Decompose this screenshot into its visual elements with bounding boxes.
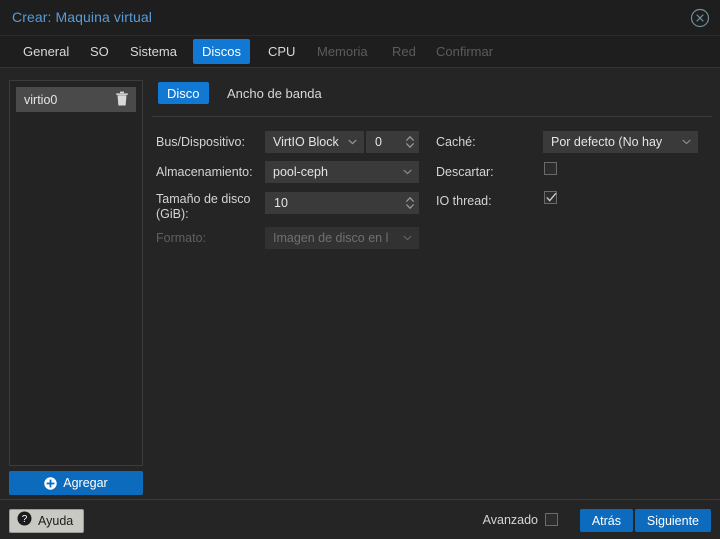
io-thread-checkbox[interactable] (544, 191, 557, 204)
disk-list-panel: virtio0 (9, 80, 143, 466)
help-label: Ayuda (38, 514, 74, 528)
dialog-titlebar: Crear: Maquina virtual (0, 0, 720, 36)
question-mark-icon: ? (17, 511, 32, 531)
disk-size-label-line1: Tamaño de disco (156, 192, 251, 206)
advanced-label: Avanzado (482, 513, 538, 527)
storage-label: Almacenamiento: (156, 165, 253, 179)
checkmark-icon (546, 192, 557, 202)
tab-cpu[interactable]: CPU (259, 39, 304, 64)
tab-discos[interactable]: Discos (193, 39, 251, 64)
svg-text:?: ? (22, 514, 28, 525)
dialog-footer: ? Ayuda Avanzado Atrás Siguiente (0, 499, 720, 539)
bus-device-number-value: 0 (375, 135, 382, 149)
add-disk-label: Agregar (63, 476, 108, 490)
tab-ancho-de-banda[interactable]: Ancho de banda (218, 82, 331, 104)
disk-inner-tabbar: Disco Ancho de banda (152, 80, 712, 117)
tab-disco[interactable]: Disco (158, 82, 209, 104)
discard-checkbox[interactable] (544, 162, 557, 175)
io-thread-label: IO thread: (436, 194, 492, 208)
back-button[interactable]: Atrás (579, 509, 633, 532)
stepper-arrows-icon (401, 196, 419, 210)
chevron-down-icon (678, 139, 694, 145)
close-icon[interactable] (689, 7, 711, 29)
disk-size-label-line2: (GiB): (156, 207, 189, 221)
add-disk-button[interactable]: Agregar (9, 471, 143, 495)
dialog-body: virtio0 Agregar Disco Ancho de banda Bus… (0, 68, 720, 499)
bus-device-select[interactable]: VirtIO Block (265, 131, 364, 153)
storage-select[interactable]: pool-ceph (265, 161, 419, 183)
disk-settings-panel: Disco Ancho de banda Bus/Dispositivo: Vi… (152, 80, 712, 480)
plus-circle-icon (44, 476, 57, 490)
discard-label: Descartar: (436, 165, 494, 179)
disk-item-label: virtio0 (24, 92, 58, 107)
tab-so[interactable]: SO (81, 39, 118, 64)
next-button[interactable]: Siguiente (634, 509, 711, 532)
trash-icon[interactable] (115, 91, 129, 107)
tab-sistema[interactable]: Sistema (121, 39, 186, 64)
format-select-value: Imagen de disco en l (273, 231, 389, 245)
cache-label: Caché: (436, 135, 476, 149)
bus-device-label: Bus/Dispositivo: (156, 135, 245, 149)
stepper-arrows-icon (401, 135, 419, 149)
tab-memoria: Memoria (317, 44, 368, 59)
disk-size-value: 10 (274, 196, 288, 210)
bus-device-select-value: VirtIO Block (273, 135, 339, 149)
back-label: Atrás (591, 513, 621, 528)
cache-select[interactable]: Por defecto (No hay (543, 131, 698, 153)
tab-confirmar: Confirmar (436, 44, 494, 59)
bus-device-number-stepper[interactable]: 0 (366, 131, 419, 153)
create-vm-dialog: Crear: Maquina virtual General SO Sistem… (0, 0, 720, 539)
format-select: Imagen de disco en l (265, 227, 419, 249)
chevron-down-icon (344, 139, 360, 145)
list-item[interactable]: virtio0 (16, 87, 136, 112)
storage-select-value: pool-ceph (273, 165, 328, 179)
disk-size-stepper[interactable]: 10 (265, 192, 419, 214)
format-label: Formato: (156, 231, 207, 245)
advanced-checkbox[interactable] (545, 513, 558, 526)
tab-general[interactable]: General (14, 39, 78, 64)
inner-tab-divider (152, 116, 712, 117)
cache-select-value: Por defecto (No hay (551, 135, 663, 149)
next-label: Siguiente (646, 513, 699, 528)
chevron-down-icon (399, 169, 415, 175)
chevron-down-icon (399, 235, 415, 241)
tab-red: Red (392, 44, 416, 59)
dialog-title: Crear: Maquina virtual (12, 9, 152, 25)
wizard-tabbar: General SO Sistema Discos CPU Memoria Re… (0, 36, 720, 68)
help-button[interactable]: ? Ayuda (9, 509, 85, 533)
